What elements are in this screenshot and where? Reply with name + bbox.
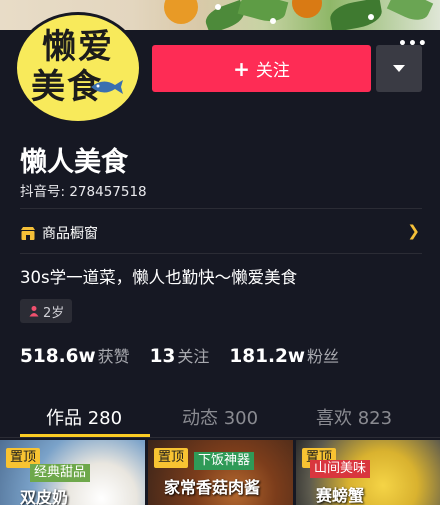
pinned-badge: 置顶 xyxy=(154,448,189,468)
douyin-id: 抖音号: 278457518 xyxy=(20,184,147,200)
dropdown-button[interactable] xyxy=(376,45,422,92)
video-caption: 家常香菇肉酱 xyxy=(164,478,261,497)
video-thumb[interactable]: 置顶 山间美味 赛螃蟹 xyxy=(296,440,440,505)
video-caption: 双皮奶 xyxy=(20,488,69,505)
chevron-right-icon: ❯ xyxy=(407,222,420,240)
followers-count: 181.2w xyxy=(229,346,305,367)
tab-dynamics[interactable]: 动态 300 xyxy=(182,404,258,430)
avatar[interactable]: 懒爱 美食 xyxy=(14,12,142,124)
tab-likes[interactable]: 喜欢 823 xyxy=(316,404,392,430)
stat-likes[interactable]: 518.6w 获赞 xyxy=(20,343,130,367)
shop-label: 商品橱窗 xyxy=(42,226,98,242)
following-count: 13 xyxy=(149,346,176,367)
female-icon xyxy=(29,306,39,317)
video-thumb[interactable]: 置顶 经典甜品 双皮奶 xyxy=(0,440,145,505)
fish-icon xyxy=(91,80,123,94)
follow-label: 关注 xyxy=(255,61,290,81)
tab-works[interactable]: 作品 280 xyxy=(46,404,122,430)
video-caption: 赛螃蟹 xyxy=(316,486,365,505)
tab-divider xyxy=(0,437,440,438)
plus-icon: + xyxy=(233,56,250,81)
video-tag: 下饭神器 xyxy=(194,452,255,470)
bio: 30s学一道菜，懒人也勤快～懒爱美食 xyxy=(20,268,298,287)
nickname: 懒人美食 xyxy=(20,147,128,178)
likes-count: 518.6w xyxy=(20,346,96,367)
likes-label: 获赞 xyxy=(97,347,130,366)
age-badge: 2岁 xyxy=(20,299,73,323)
divider xyxy=(20,208,422,209)
followers-label: 粉丝 xyxy=(307,347,340,366)
age-label: 2岁 xyxy=(43,305,65,321)
divider xyxy=(20,253,422,254)
following-label: 关注 xyxy=(177,347,210,366)
shop-icon xyxy=(21,226,35,240)
video-tag: 经典甜品 xyxy=(30,464,91,482)
video-grid: 置顶 经典甜品 双皮奶 置顶 下饭神器 家常香菇肉酱 置顶 山间美味 赛螃蟹 xyxy=(0,440,440,505)
follow-button[interactable]: + 关注 xyxy=(152,45,371,92)
stat-followers[interactable]: 181.2w 粉丝 xyxy=(229,343,339,367)
content-tabs: 作品 280 动态 300 喜欢 823 xyxy=(0,398,440,436)
stats-row: 518.6w 获赞 13 关注 181.2w 粉丝 xyxy=(20,343,359,367)
video-thumb[interactable]: 置顶 下饭神器 家常香菇肉酱 xyxy=(148,440,293,505)
product-showcase-row[interactable]: 商品橱窗 ❯ xyxy=(20,220,422,246)
stat-following[interactable]: 13 关注 xyxy=(150,343,210,367)
caret-down-icon xyxy=(393,64,405,72)
video-tag: 山间美味 xyxy=(310,460,371,478)
